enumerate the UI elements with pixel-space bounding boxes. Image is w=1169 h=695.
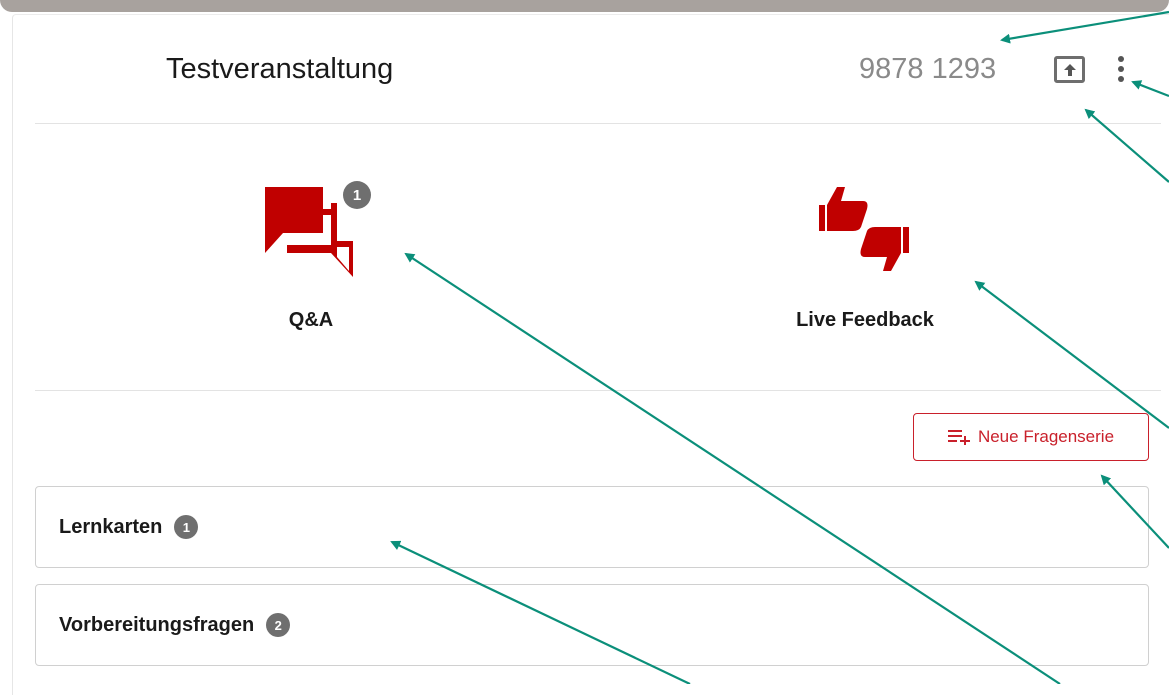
series-badge: 1: [174, 515, 199, 539]
page-title: Testveranstaltung: [166, 53, 394, 85]
room-code: 9878 1293: [859, 53, 997, 85]
new-series-button[interactable]: Neue Fragenserie: [913, 413, 1149, 461]
thumbs-feedback-icon: [819, 187, 909, 271]
dot: [1118, 56, 1124, 62]
tile-qa[interactable]: 1 Q&A: [231, 175, 391, 335]
series-label: Lernkarten: [59, 515, 163, 538]
qa-badge: 1: [343, 181, 371, 209]
playlist-add-icon: [947, 430, 970, 445]
tile-qa-label: Q&A: [288, 309, 334, 331]
dot: [1118, 76, 1124, 82]
tile-live-feedback[interactable]: Live Feedback: [755, 175, 975, 335]
series-badge: 2: [266, 613, 291, 637]
room-card: Testveranstaltung 9878 1293 1 Q&A Live F…: [12, 14, 1169, 695]
header-divider: [35, 123, 1161, 124]
series-label: Vorbereitungsfragen: [59, 613, 255, 636]
window-top-bar: [0, 0, 1169, 12]
tile-live-feedback-label: Live Feedback: [796, 309, 934, 331]
series-panel-vorbereitungsfragen[interactable]: Vorbereitungsfragen 2: [35, 584, 1149, 666]
tiles-divider: [35, 390, 1161, 391]
new-series-label: Neue Fragenserie: [977, 427, 1115, 446]
series-panel-lernkarten[interactable]: Lernkarten 1: [35, 486, 1149, 568]
upload-present-icon: [1063, 63, 1076, 76]
room-header: Testveranstaltung 9878 1293: [13, 15, 1169, 123]
dot: [1118, 66, 1124, 72]
present-button[interactable]: [1054, 56, 1085, 83]
chat-bubbles-icon: [265, 187, 353, 277]
more-menu-button[interactable]: [1109, 51, 1133, 87]
